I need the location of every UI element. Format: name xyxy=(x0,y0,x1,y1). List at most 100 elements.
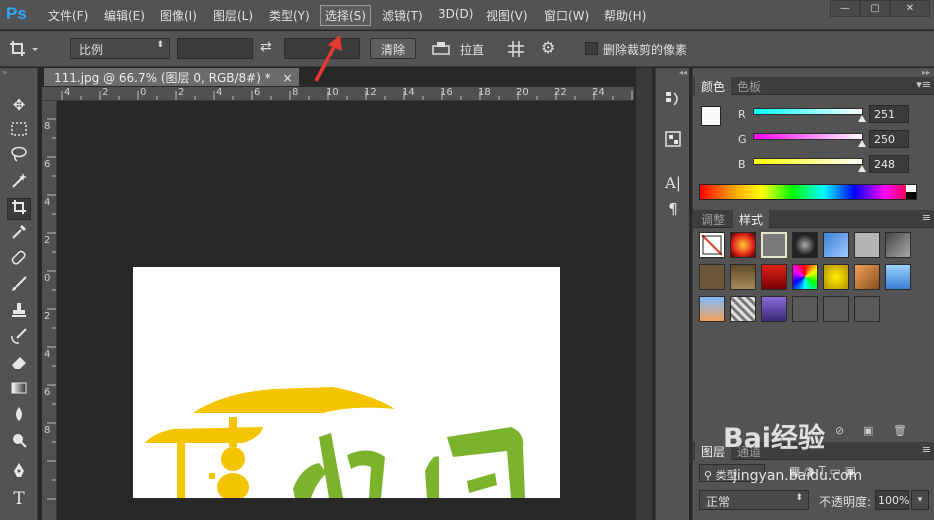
opacity-input[interactable]: 100% xyxy=(875,490,909,510)
close-window-button[interactable]: ✕ xyxy=(890,0,930,17)
pen-icon[interactable] xyxy=(7,462,31,484)
magic-wand-icon[interactable] xyxy=(7,172,31,194)
blend-mode-select[interactable]: 正常 ⬍ xyxy=(699,490,809,510)
marquee-icon[interactable] xyxy=(7,120,31,142)
spectrum-white-chip[interactable] xyxy=(906,185,916,192)
menu-view[interactable]: 视图(V) xyxy=(482,6,532,25)
tab-swatches[interactable]: 色板 xyxy=(731,77,767,95)
channel-g-slider[interactable] xyxy=(753,133,863,140)
swap-icon[interactable]: ⇄ xyxy=(260,39,272,55)
channel-b-slider[interactable] xyxy=(753,158,863,165)
minimize-button[interactable]: — xyxy=(830,0,860,17)
style-swatch[interactable] xyxy=(823,296,849,322)
crop-tool-preset-icon[interactable] xyxy=(8,39,42,59)
menu-3d[interactable]: 3D(D) xyxy=(434,6,477,22)
slider-thumb-icon[interactable] xyxy=(858,140,866,147)
panel-dock-collapsed: ◂◂ A| ¶ xyxy=(655,68,689,520)
tab-adjustments[interactable]: 调整 xyxy=(695,210,731,228)
dodge-icon[interactable] xyxy=(7,432,31,454)
style-swatch[interactable] xyxy=(730,264,756,290)
overlay-grid-icon[interactable] xyxy=(506,39,528,59)
menu-image[interactable]: 图像(I) xyxy=(156,6,201,25)
style-swatch[interactable] xyxy=(823,264,849,290)
panels-column: ▸▸ 颜色 色板 ▾≡ R 251 G 250 B 248 调整 样式 ≡ ⊘ … xyxy=(692,68,934,520)
close-tab-icon[interactable]: × xyxy=(283,71,293,85)
panel-menu-icon[interactable]: ≡ xyxy=(922,443,931,456)
spectrum-black-chip[interactable] xyxy=(906,192,916,199)
channel-r-slider[interactable] xyxy=(753,108,863,115)
eraser-icon[interactable] xyxy=(7,354,31,376)
panel-menu-icon[interactable]: ≡ xyxy=(922,211,931,224)
style-swatch[interactable] xyxy=(854,264,880,290)
menu-window[interactable]: 窗口(W) xyxy=(540,6,593,25)
tab-color[interactable]: 颜色 xyxy=(695,77,732,95)
foreground-color-swatch[interactable] xyxy=(701,106,721,126)
clear-button[interactable]: 清除 xyxy=(370,38,417,59)
style-swatch[interactable] xyxy=(792,296,818,322)
menu-file[interactable]: 文件(F) xyxy=(44,6,92,25)
move-icon[interactable]: ✥ xyxy=(7,94,31,116)
opacity-dropdown-icon[interactable]: ▾ xyxy=(911,490,929,510)
paragraph-panel-icon[interactable]: ¶ xyxy=(661,198,685,220)
menu-filter[interactable]: 滤镜(T) xyxy=(378,6,427,25)
style-swatch[interactable] xyxy=(761,296,787,322)
ruler-label: 2 xyxy=(178,87,185,98)
tab-styles[interactable]: 样式 xyxy=(733,210,770,228)
style-swatch[interactable] xyxy=(699,264,725,290)
channel-b-value[interactable]: 248 xyxy=(869,155,909,173)
ruler-label: 2 xyxy=(44,311,51,322)
image-canvas[interactable] xyxy=(133,267,560,498)
width-input[interactable] xyxy=(177,38,253,59)
slider-thumb-icon[interactable] xyxy=(858,115,866,122)
watermark-logo: Bai经验 xyxy=(723,416,923,466)
style-swatch[interactable] xyxy=(730,296,756,322)
ratio-select[interactable]: 比例 ⬍ xyxy=(70,38,170,59)
slider-thumb-icon[interactable] xyxy=(858,165,866,172)
style-swatch[interactable] xyxy=(823,232,849,258)
straighten-icon[interactable] xyxy=(431,40,453,58)
menu-layer[interactable]: 图层(L) xyxy=(209,6,257,25)
brush-icon[interactable] xyxy=(7,276,31,298)
style-none[interactable] xyxy=(699,232,725,258)
menu-help[interactable]: 帮助(H) xyxy=(600,6,650,25)
menu-type[interactable]: 类型(Y) xyxy=(265,6,314,25)
ruler-label: 20 xyxy=(516,87,529,98)
eyedropper-icon[interactable] xyxy=(7,224,31,246)
style-swatch[interactable] xyxy=(699,296,725,322)
panels-collapse-icon[interactable]: ▸▸ xyxy=(922,68,930,77)
style-swatch[interactable] xyxy=(761,264,787,290)
menu-edit[interactable]: 编辑(E) xyxy=(100,6,149,25)
style-swatch[interactable] xyxy=(854,296,880,322)
history-brush-icon[interactable] xyxy=(7,328,31,350)
maximize-button[interactable]: ▢ xyxy=(860,0,890,17)
healing-icon[interactable] xyxy=(7,250,31,272)
style-swatch[interactable] xyxy=(885,264,911,290)
style-swatch[interactable] xyxy=(792,264,818,290)
history-panel-icon[interactable] xyxy=(661,90,685,112)
menu-select[interactable]: 选择(S) xyxy=(320,5,371,26)
style-swatch[interactable] xyxy=(854,232,880,258)
style-swatch[interactable] xyxy=(730,232,756,258)
dock-collapse-icon[interactable]: ◂◂ xyxy=(656,68,690,77)
delete-cropped-checkbox[interactable] xyxy=(585,42,598,55)
color-spectrum-bar[interactable] xyxy=(699,184,917,200)
type-icon[interactable]: T xyxy=(7,488,31,510)
channel-g-value[interactable]: 250 xyxy=(869,130,909,148)
character-panel-icon[interactable]: A| xyxy=(661,172,685,194)
vertical-scrollbar[interactable] xyxy=(636,68,652,520)
lasso-icon[interactable] xyxy=(7,146,31,168)
style-swatch[interactable] xyxy=(792,232,818,258)
style-swatch[interactable] xyxy=(885,232,911,258)
crop-icon[interactable] xyxy=(7,198,31,220)
gradient-icon[interactable] xyxy=(7,380,31,402)
gear-icon[interactable]: ⚙ xyxy=(541,38,555,57)
canvas-area[interactable] xyxy=(58,101,634,520)
document-tab[interactable]: 111.jpg @ 66.7% (图层 0, RGB/8#) * × xyxy=(44,68,299,86)
stamp-icon[interactable] xyxy=(7,302,31,324)
channel-r-value[interactable]: 251 xyxy=(869,105,909,123)
blur-icon[interactable] xyxy=(7,406,31,428)
properties-panel-icon[interactable] xyxy=(661,130,685,152)
style-swatch[interactable] xyxy=(761,232,787,258)
panel-menu-icon[interactable]: ▾≡ xyxy=(916,78,931,91)
tools-collapse-icon[interactable]: » xyxy=(2,68,8,78)
